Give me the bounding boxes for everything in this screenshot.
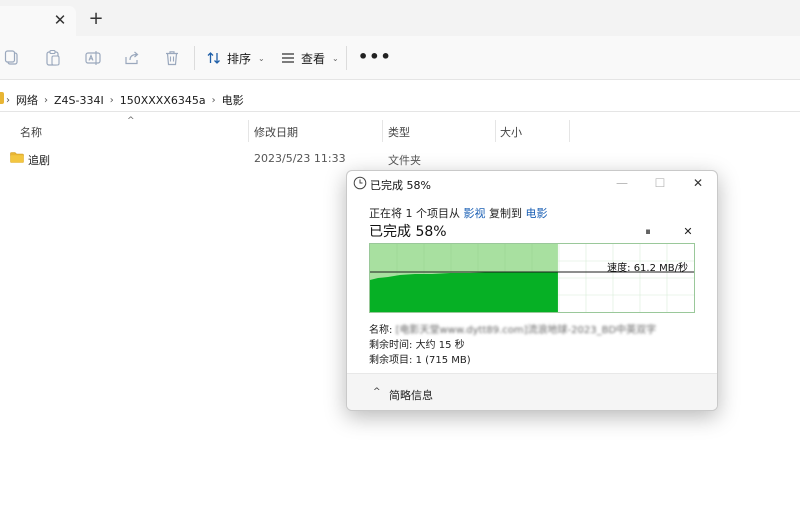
column-divider[interactable] xyxy=(248,120,249,142)
view-button[interactable]: 查看 ⌄ xyxy=(280,46,339,70)
sort-ascending-icon: ^ xyxy=(127,116,135,126)
time-value: 大约 15 秒 xyxy=(415,340,465,351)
new-tab-icon[interactable]: + xyxy=(88,10,104,28)
file-modified: 2023/5/23 11:33 xyxy=(254,152,346,165)
breadcrumb-chevron-icon[interactable]: › xyxy=(110,95,114,106)
sort-button[interactable]: 排序 ⌄ xyxy=(206,46,265,70)
copy-progress-dialog: 已完成 58% — ☐ ✕ 正在将 1 个项目从 影视 复制到 电影 已完成 5… xyxy=(346,170,718,411)
speed-chart xyxy=(370,244,694,312)
speed-readout: 速度: 61.2 MB/秒 xyxy=(607,263,688,274)
column-header-type[interactable]: 类型 xyxy=(388,124,410,140)
breadcrumb-item-host[interactable]: Z4S-334I xyxy=(54,94,104,107)
column-divider[interactable] xyxy=(382,120,383,142)
items-row: 剩余项目: 1 (715 MB) xyxy=(369,351,471,366)
breadcrumb-chevron-icon[interactable]: › xyxy=(44,95,48,106)
copy-icon[interactable] xyxy=(2,48,22,68)
breadcrumb-item-movies[interactable]: 电影 xyxy=(222,92,244,108)
breadcrumb-item-network[interactable]: 网络 xyxy=(16,92,38,108)
dialog-body: 正在将 1 个项目从 影视 复制到 电影 已完成 58% ⏸ ✕ 速度: 61.… xyxy=(347,195,717,373)
dialog-footer: ^ 简略信息 xyxy=(347,373,717,410)
column-header-size[interactable]: 大小 xyxy=(500,124,522,140)
items-value: 1 (715 MB) xyxy=(415,355,471,366)
percent-complete: 已完成 58% xyxy=(369,224,447,240)
share-icon[interactable] xyxy=(122,48,142,68)
maximize-icon[interactable]: ☐ xyxy=(650,174,670,192)
folder-icon xyxy=(10,152,24,163)
window-close-icon[interactable]: ✕ xyxy=(688,174,708,192)
copy-prefix: 正在将 1 个项目从 xyxy=(369,207,460,220)
clock-icon xyxy=(353,176,367,190)
view-chevron-down-icon: ⌄ xyxy=(332,53,339,63)
toolbar-divider xyxy=(194,46,195,70)
table-row[interactable]: 追剧 2023/5/23 11:33 文件夹 xyxy=(0,148,800,170)
destination-link[interactable]: 电影 xyxy=(526,207,548,220)
column-headers: ^ 名称 修改日期 类型 大小 xyxy=(0,116,800,144)
sort-label: 排序 xyxy=(227,51,252,66)
copy-mid: 复制到 xyxy=(489,207,522,220)
source-link[interactable]: 影视 xyxy=(464,207,486,220)
dialog-title: 已完成 58% xyxy=(370,179,431,192)
command-toolbar: 排序 ⌄ 查看 ⌄ ••• xyxy=(0,36,800,80)
folder-icon xyxy=(0,92,4,104)
tab-strip: ✕ + xyxy=(0,0,800,36)
transfer-speed-graph: 速度: 61.2 MB/秒 xyxy=(369,243,695,313)
dialog-title-bar[interactable]: 已完成 58% — ☐ ✕ xyxy=(347,171,717,195)
name-value: [电影天堂www.dytt89.com]流浪地球-2023_BD中英双字 xyxy=(395,325,657,336)
minimize-icon[interactable]: — xyxy=(612,174,632,192)
view-icon xyxy=(282,53,294,63)
column-header-name[interactable]: 名称 xyxy=(20,124,42,140)
more-options-icon[interactable]: ••• xyxy=(358,49,392,65)
file-name[interactable]: 追剧 xyxy=(28,152,50,168)
pause-icon[interactable]: ⏸ xyxy=(641,225,655,239)
speed-area xyxy=(370,272,558,312)
time-label: 剩余时间: xyxy=(369,340,413,351)
view-label: 查看 xyxy=(301,51,326,66)
paste-icon[interactable] xyxy=(43,48,63,68)
rename-icon[interactable] xyxy=(83,48,103,68)
column-divider[interactable] xyxy=(569,120,570,142)
delete-icon[interactable] xyxy=(162,48,182,68)
column-divider[interactable] xyxy=(495,120,496,142)
breadcrumb-item-share[interactable]: 150XXXX6345a xyxy=(120,94,206,107)
sort-chevron-down-icon: ⌄ xyxy=(258,53,265,63)
chevron-up-icon[interactable]: ^ xyxy=(373,387,383,397)
time-row: 剩余时间: 大约 15 秒 xyxy=(369,336,465,351)
breadcrumb: › 网络 › Z4S-334I › 150XXXX6345a › 电影 xyxy=(6,92,244,108)
items-label: 剩余项目: xyxy=(369,355,413,366)
cancel-icon[interactable]: ✕ xyxy=(681,225,695,239)
breadcrumb-chevron-icon[interactable]: › xyxy=(212,95,216,106)
name-row: 名称: [电影天堂www.dytt89.com]流浪地球-2023_BD中英双字 xyxy=(369,321,656,336)
tab-active[interactable]: ✕ xyxy=(0,6,76,36)
toolbar-divider xyxy=(346,46,347,70)
tab-close-icon[interactable]: ✕ xyxy=(52,12,68,28)
fewer-details-button[interactable]: 简略信息 xyxy=(389,387,433,403)
address-bar[interactable]: › 网络 › Z4S-334I › 150XXXX6345a › 电影 xyxy=(0,86,800,112)
column-header-modified[interactable]: 修改日期 xyxy=(254,124,298,140)
sort-icon xyxy=(207,52,220,64)
copy-description: 正在将 1 个项目从 影视 复制到 电影 xyxy=(369,205,548,221)
breadcrumb-chevron-icon: › xyxy=(6,94,10,106)
name-label: 名称: xyxy=(369,325,393,336)
file-type: 文件夹 xyxy=(388,154,421,167)
